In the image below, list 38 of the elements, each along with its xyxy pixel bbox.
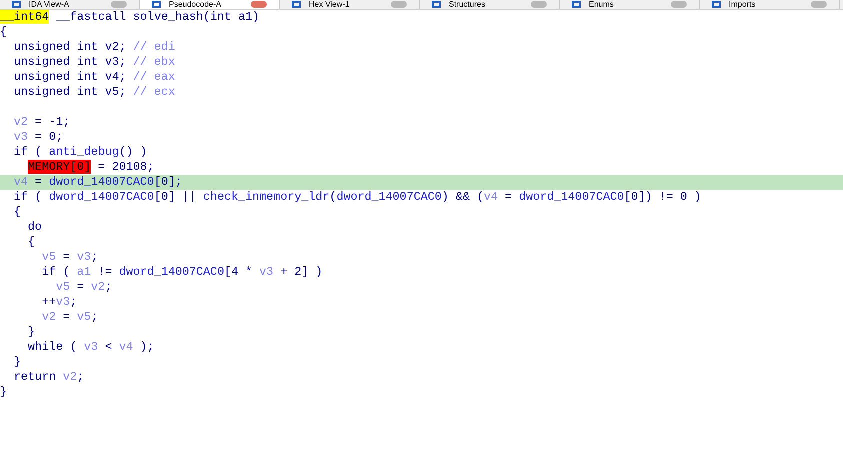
code-line: v5 = v2; [56, 280, 112, 295]
close-icon[interactable] [251, 1, 267, 8]
close-icon[interactable] [111, 1, 127, 8]
code-line: if ( dword_14007CAC0[0] || check_inmemory_ldr(dword_14007CAC0) && (v4 = dword_14007CAC0[0]) != 0 ) [14, 190, 702, 205]
code-line: { [28, 235, 36, 250]
code-line: MEMORY[0] = 20108; [28, 160, 154, 175]
code-line: v2 = -1; [14, 115, 70, 130]
code-line: v3 = 0; [14, 130, 64, 145]
close-icon[interactable] [811, 1, 827, 8]
code-line: v5 = v3; [42, 250, 98, 265]
code-line: return v2; [14, 370, 84, 385]
window-icon [432, 1, 441, 8]
code-line: v4 = dword_14007CAC0[0]; [14, 175, 182, 190]
code-line: { [14, 205, 22, 220]
close-icon[interactable] [531, 1, 547, 8]
code-line: if ( a1 != dword_14007CAC0[4 * v3 + 2] ) [42, 265, 323, 280]
code-line: } [0, 385, 8, 400]
code-line: ++v3; [42, 295, 78, 310]
window-icon [292, 1, 301, 8]
window-icon [712, 1, 721, 8]
code-line: unsigned int v5; // ecx [14, 85, 176, 100]
close-icon[interactable] [671, 1, 687, 8]
code-line: unsigned int v2; // edi [14, 40, 176, 55]
code-line: do [28, 220, 42, 235]
code-line: while ( v3 < v4 ); [28, 340, 154, 355]
code-line: } [28, 325, 36, 340]
code-line: if ( anti_debug() ) [14, 145, 148, 160]
tab[interactable]: Pseudocode-A [140, 0, 280, 9]
code-line: unsigned int v3; // ebx [14, 55, 176, 70]
code-line: { [0, 25, 8, 40]
window-icon [12, 1, 21, 8]
code-line: unsigned int v4; // eax [14, 70, 176, 85]
code-line: __int64 __fastcall solve_hash(int a1) [0, 10, 260, 25]
code-line: } [14, 355, 22, 370]
code-line: v2 = v5; [42, 310, 98, 325]
window-icon [152, 1, 161, 8]
window-icon [572, 1, 581, 8]
close-icon[interactable] [391, 1, 407, 8]
